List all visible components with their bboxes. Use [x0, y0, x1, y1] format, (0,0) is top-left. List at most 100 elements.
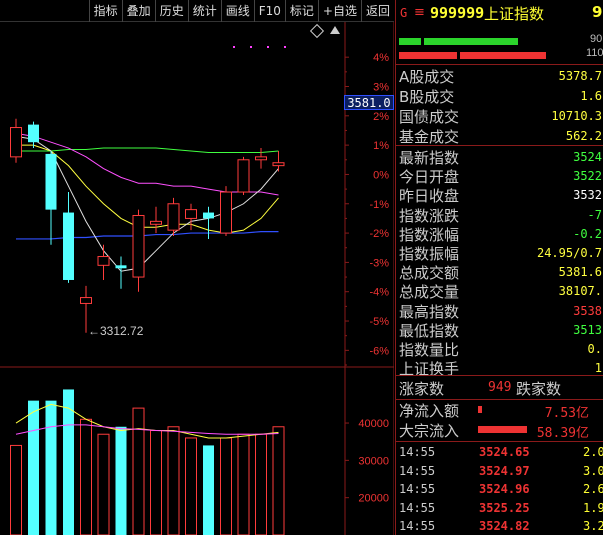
pct-tick-label: -4%: [369, 287, 389, 299]
up-count-value: 949: [488, 380, 512, 395]
divider: [396, 441, 603, 442]
pct-tick-label: 0%: [373, 169, 389, 181]
quote-row-value: 24.95/0.7: [536, 246, 602, 260]
quote-row: 基金成交 562.2: [396, 126, 603, 146]
candle-body-up: [237, 159, 250, 193]
quote-row-label: 指数涨幅: [399, 225, 460, 244]
breadth-row: 涨家数 949 跌家数: [396, 377, 603, 399]
toolbar-button-0[interactable]: 指标: [88, 0, 122, 22]
tick-row: 14:55 3524.96 2.6: [396, 480, 603, 499]
candle-body-up: [167, 203, 180, 231]
strength-bars: 90 110: [396, 30, 603, 64]
toolbar-button-2[interactable]: 历史: [154, 0, 188, 22]
tick-price: 3524.65: [479, 445, 530, 459]
ma60-line: [16, 147, 279, 153]
toolbar-button-3[interactable]: 统计: [187, 0, 221, 22]
pct-tick-label: -5%: [369, 316, 389, 328]
quote-row: 最低指数 3513: [396, 320, 603, 340]
quote-row-label: 指数量比: [399, 341, 460, 359]
tick-vol: 2.0: [583, 445, 603, 459]
quote-row-label: 基金成交: [399, 128, 460, 146]
bar-top-num: 90: [590, 33, 603, 45]
green-bar-2: [424, 38, 518, 45]
quote-row-value: 3513: [573, 322, 602, 337]
quote-row-label: 最低指数: [399, 321, 460, 340]
candle-body-down: [115, 265, 127, 269]
volume-bar-down: [203, 445, 214, 535]
tick-row: 14:55 3524.65 2.0: [396, 443, 603, 462]
quote-row: 今日开盘 3522: [396, 166, 603, 186]
quote-row-label: 昨日收盘: [399, 187, 460, 206]
candle-body-down: [203, 212, 214, 219]
tick-time: 14:55: [399, 500, 436, 515]
toolbar-button-8[interactable]: 返回: [360, 0, 394, 22]
toolbar-button-5[interactable]: F10: [253, 0, 285, 22]
menu-icon[interactable]: ≡: [414, 5, 425, 20]
quote-row-label: 最新指数: [399, 149, 460, 167]
index-name: 上证指数: [484, 5, 545, 23]
green-bar-1: [399, 38, 421, 45]
quote-row-label: 指数振幅: [399, 245, 460, 263]
down-count-label: 跌家数: [516, 380, 562, 398]
toolbar-button-4[interactable]: 画线: [220, 0, 254, 22]
scroll-up-icon[interactable]: [330, 26, 340, 34]
tick-row: 14:55 3524.97 3.0: [396, 462, 603, 481]
quote-row: 总成交额 5381.6: [396, 262, 603, 282]
toolbar-button-7[interactable]: +自选: [317, 0, 361, 22]
red-bar-2: [460, 52, 546, 59]
candle-body-up: [97, 256, 110, 266]
toolbar-button-1[interactable]: 叠加: [121, 0, 155, 22]
quote-row: 昨日收盘 3532: [396, 185, 603, 205]
quote-row: 指数涨幅 -0.2: [396, 224, 603, 244]
volume-bar-up: [220, 437, 232, 535]
tick-row: 14:55 3524.82 3.2: [396, 517, 603, 535]
quote-row-value: 5378.7: [558, 69, 602, 83]
quote-row-label: B股成交: [399, 88, 455, 106]
quote-row: B股成交 1.6: [396, 86, 603, 106]
quote-row-label: 国债成交: [399, 108, 460, 126]
tick-vol: 3.2: [583, 519, 603, 533]
volume-bar-up: [80, 418, 92, 535]
quote-row-value: 3522: [573, 169, 602, 184]
ma-base-line: [16, 231, 279, 240]
volume-bar-up: [167, 426, 180, 535]
index-extra: 9: [592, 3, 603, 21]
pct-tick-label: 2%: [373, 111, 389, 123]
tick-time: 14:55: [399, 519, 436, 533]
tick-price: 3524.82: [479, 519, 530, 533]
volume-bar-down: [45, 400, 57, 535]
volume-bar-up: [10, 444, 22, 535]
tick-vol: 3.0: [583, 463, 603, 478]
tick-time: 14:55: [399, 482, 436, 496]
flow-value: 58.39亿: [536, 426, 589, 441]
index-code: 999999: [430, 4, 485, 22]
candle-body-up: [272, 162, 285, 167]
volume-bar-down: [115, 426, 127, 535]
quote-row: 指数量比 0.: [396, 339, 603, 359]
tick-time: 14:55: [399, 445, 436, 459]
quote-row: A股成交 5378.7: [396, 66, 603, 86]
quote-row-value: 10710.3: [551, 109, 602, 123]
toolbar-button-6[interactable]: 标记: [284, 0, 318, 22]
quote-row-value: 3532: [573, 188, 602, 203]
quote-row-value: -0.2: [573, 226, 602, 241]
quote-row: 国债成交 10710.3: [396, 106, 603, 126]
quote-row-value: 0.: [587, 342, 602, 356]
candle-body-down: [45, 153, 57, 210]
volume-bar-up: [150, 430, 162, 535]
marker-dot-0: [233, 46, 235, 48]
divider: [396, 375, 603, 376]
divider: [396, 64, 603, 65]
quote-row: 总成交量 38107.: [396, 281, 603, 301]
flow-value: 7.53亿: [544, 406, 589, 421]
quote-row-value: -7: [587, 207, 602, 222]
pct-tick-label: -2%: [369, 228, 389, 240]
indicator-flag: G: [400, 6, 408, 20]
red-bar-1: [399, 52, 457, 59]
quote-row-label: 总成交量: [399, 283, 460, 302]
kline-chart[interactable]: 4% 3% 2% 1% 0% -1% -2% -3% -4% -5% -6% 40000 30000 20…: [0, 0, 394, 535]
tick-price: 3524.97: [479, 463, 530, 478]
candle-body-up: [255, 156, 267, 161]
pct-tick-label: -3%: [369, 257, 389, 269]
quote-row: 最新指数 3524: [396, 147, 603, 167]
